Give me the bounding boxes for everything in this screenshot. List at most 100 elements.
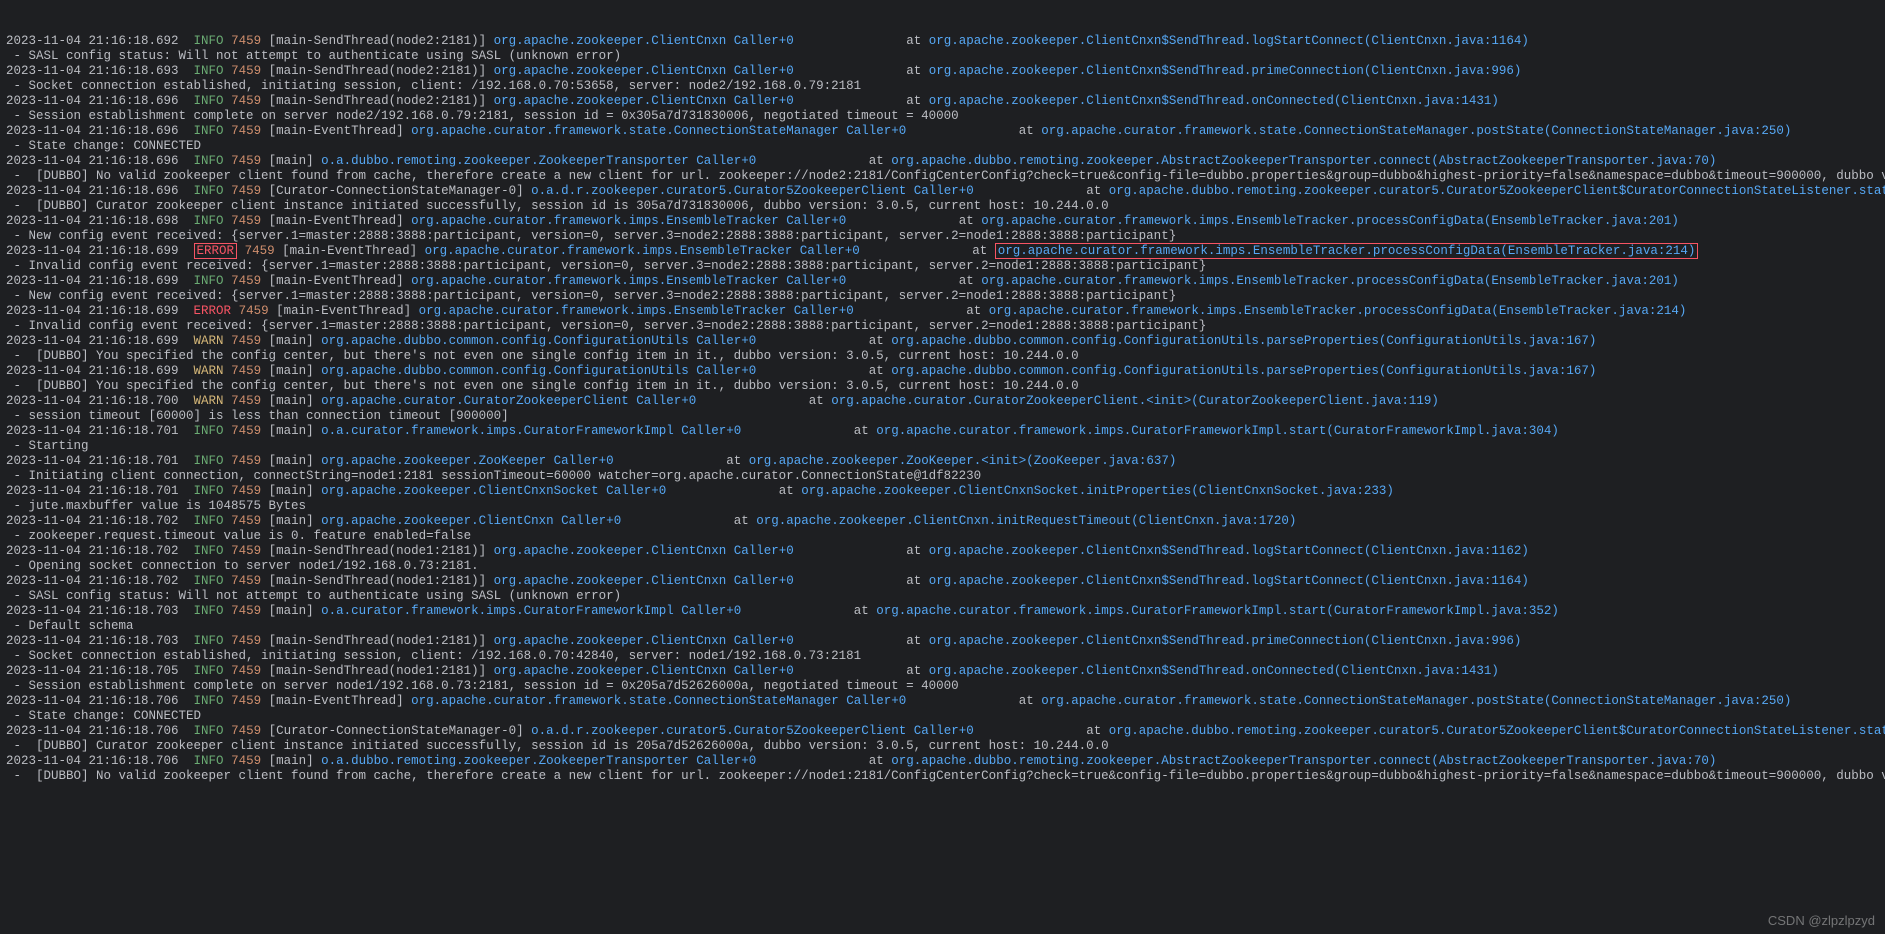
log-line: - [DUBBO] You specified the config cente…: [6, 379, 1879, 394]
log-source: org.apache.dubbo.common.config.Configura…: [891, 334, 1596, 348]
log-thread: [main-SendThread(node2:2181)]: [269, 94, 487, 108]
log-line: 2023-11-04 21:16:18.701 INFO 7459 [main]…: [6, 484, 1879, 499]
log-pid: 7459: [239, 304, 269, 318]
log-timestamp: 2023-11-04 21:16:18.702: [6, 514, 179, 528]
log-source: org.apache.zookeeper.ClientCnxn.initRequ…: [756, 514, 1296, 528]
log-message: - [DUBBO] Curator zookeeper client insta…: [6, 739, 1109, 753]
log-timestamp: 2023-11-04 21:16:18.703: [6, 634, 179, 648]
log-timestamp: 2023-11-04 21:16:18.696: [6, 94, 179, 108]
log-level: INFO: [194, 184, 224, 198]
log-line: 2023-11-04 21:16:18.696 INFO 7459 [main-…: [6, 94, 1879, 109]
log-timestamp: 2023-11-04 21:16:18.692: [6, 34, 179, 48]
log-at: at: [966, 304, 989, 318]
log-at: at: [1019, 694, 1042, 708]
log-source: org.apache.curator.framework.imps.Ensemb…: [989, 304, 1687, 318]
log-pid: 7459: [231, 664, 261, 678]
log-at: at: [906, 64, 929, 78]
log-line: 2023-11-04 21:16:18.692 INFO 7459 [main-…: [6, 34, 1879, 49]
log-pid: 7459: [231, 724, 261, 738]
log-line: - Session establishment complete on serv…: [6, 109, 1879, 124]
log-line: - [DUBBO] Curator zookeeper client insta…: [6, 199, 1879, 214]
log-level: INFO: [194, 514, 224, 528]
log-at: at: [869, 334, 892, 348]
log-pid: 7459: [231, 754, 261, 768]
log-source: org.apache.curator.framework.state.Conne…: [1041, 694, 1791, 708]
log-at: at: [1019, 124, 1042, 138]
log-at: at: [972, 244, 995, 258]
log-message: - State change: CONNECTED: [6, 709, 201, 723]
log-timestamp: 2023-11-04 21:16:18.701: [6, 424, 179, 438]
log-logger: org.apache.zookeeper.ClientCnxn Caller+0: [494, 664, 794, 678]
log-source: org.apache.zookeeper.ClientCnxnSocket.in…: [801, 484, 1394, 498]
log-line: 2023-11-04 21:16:18.699 INFO 7459 [main-…: [6, 274, 1879, 289]
log-logger: org.apache.zookeeper.ClientCnxnSocket Ca…: [321, 484, 666, 498]
log-message: - Invalid config event received: {server…: [6, 319, 1206, 333]
log-timestamp: 2023-11-04 21:16:18.696: [6, 154, 179, 168]
log-message: - New config event received: {server.1=m…: [6, 289, 1176, 303]
log-line: 2023-11-04 21:16:18.703 INFO 7459 [main]…: [6, 604, 1879, 619]
log-level: INFO: [194, 424, 224, 438]
log-timestamp: 2023-11-04 21:16:18.706: [6, 724, 179, 738]
log-source: org.apache.zookeeper.ClientCnxn$SendThre…: [929, 664, 1499, 678]
log-logger: org.apache.zookeeper.ClientCnxn Caller+0: [494, 64, 794, 78]
log-message: - [DUBBO] No valid zookeeper client foun…: [6, 169, 1885, 183]
log-level: INFO: [194, 64, 224, 78]
log-level: INFO: [194, 664, 224, 678]
log-message: - Initiating client connection, connectS…: [6, 469, 981, 483]
log-pid: 7459: [231, 514, 261, 528]
log-thread: [main]: [269, 754, 314, 768]
log-level: INFO: [194, 634, 224, 648]
log-thread: [main]: [269, 364, 314, 378]
log-logger: org.apache.zookeeper.ClientCnxn Caller+0: [494, 634, 794, 648]
log-at: at: [906, 664, 929, 678]
log-line: - SASL config status: Will not attempt t…: [6, 589, 1879, 604]
log-timestamp: 2023-11-04 21:16:18.696: [6, 184, 179, 198]
log-line: 2023-11-04 21:16:18.706 INFO 7459 [Curat…: [6, 724, 1879, 739]
log-line: 2023-11-04 21:16:18.701 INFO 7459 [main]…: [6, 424, 1879, 439]
log-pid: 7459: [231, 154, 261, 168]
log-pid: 7459: [231, 334, 261, 348]
log-thread: [main-SendThread(node2:2181)]: [269, 34, 487, 48]
log-at: at: [1086, 184, 1109, 198]
log-timestamp: 2023-11-04 21:16:18.705: [6, 664, 179, 678]
log-thread: [main-EventThread]: [282, 244, 417, 258]
log-at: at: [726, 454, 749, 468]
log-at: at: [869, 154, 892, 168]
log-line: - New config event received: {server.1=m…: [6, 289, 1879, 304]
log-logger: org.apache.curator.framework.state.Conne…: [411, 124, 906, 138]
log-level: ERROR: [194, 243, 238, 259]
log-line: 2023-11-04 21:16:18.698 INFO 7459 [main-…: [6, 214, 1879, 229]
log-line: - [DUBBO] Curator zookeeper client insta…: [6, 739, 1879, 754]
log-thread: [main-SendThread(node2:2181)]: [269, 64, 487, 78]
log-logger: o.a.curator.framework.imps.CuratorFramew…: [321, 604, 741, 618]
log-logger: o.a.curator.framework.imps.CuratorFramew…: [321, 424, 741, 438]
log-thread: [main-EventThread]: [269, 214, 404, 228]
log-source: org.apache.curator.framework.imps.Curato…: [876, 424, 1559, 438]
log-line: - Socket connection established, initiat…: [6, 79, 1879, 94]
log-pid: 7459: [231, 394, 261, 408]
log-thread: [main]: [269, 424, 314, 438]
log-source: org.apache.dubbo.common.config.Configura…: [891, 364, 1596, 378]
log-line: - Default schema: [6, 619, 1879, 634]
log-pid: 7459: [231, 424, 261, 438]
log-line: 2023-11-04 21:16:18.699 ERROR 7459 [main…: [6, 244, 1879, 259]
log-source: org.apache.dubbo.remoting.zookeeper.cura…: [1109, 184, 1885, 198]
log-line: 2023-11-04 21:16:18.706 INFO 7459 [main]…: [6, 754, 1879, 769]
log-pid: 7459: [231, 634, 261, 648]
log-at: at: [809, 394, 832, 408]
log-line: 2023-11-04 21:16:18.700 WARN 7459 [main]…: [6, 394, 1879, 409]
log-at: at: [959, 214, 982, 228]
log-source: org.apache.curator.framework.imps.Ensemb…: [995, 243, 1699, 259]
log-at: at: [906, 34, 929, 48]
log-message: - Socket connection established, initiat…: [6, 649, 861, 663]
log-logger: org.apache.zookeeper.ClientCnxn Caller+0: [494, 574, 794, 588]
log-source: org.apache.dubbo.remoting.zookeeper.cura…: [1109, 724, 1885, 738]
log-pid: 7459: [231, 484, 261, 498]
log-logger: org.apache.zookeeper.ClientCnxn Caller+0: [321, 514, 621, 528]
log-thread: [main-SendThread(node1:2181)]: [269, 544, 487, 558]
log-at: at: [906, 634, 929, 648]
log-timestamp: 2023-11-04 21:16:18.701: [6, 484, 179, 498]
log-thread: [main]: [269, 394, 314, 408]
log-source: org.apache.dubbo.remoting.zookeeper.Abst…: [891, 154, 1716, 168]
log-thread: [main-EventThread]: [269, 124, 404, 138]
